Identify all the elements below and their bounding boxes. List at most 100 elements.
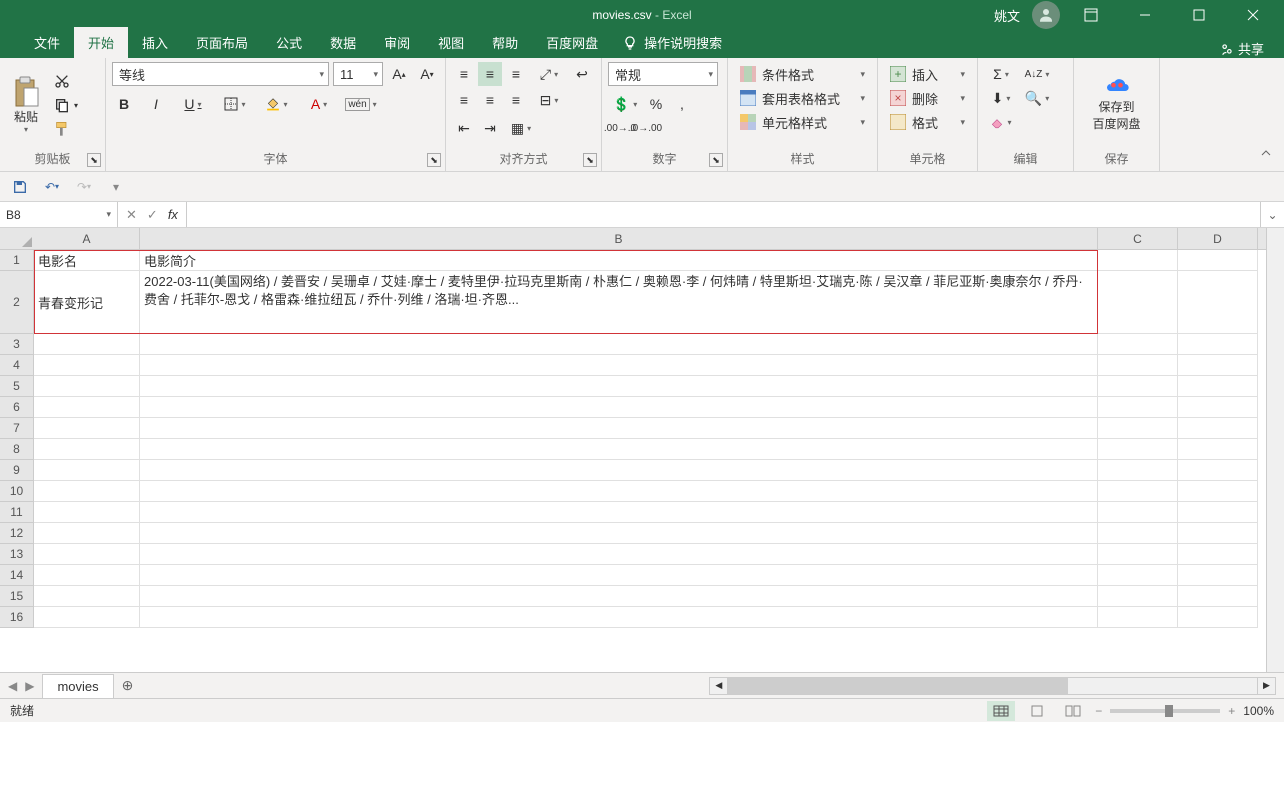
conditional-formatting-button[interactable]: 条件格式 xyxy=(734,62,871,86)
tab-file[interactable]: 文件 xyxy=(20,27,74,58)
cell-styles-button[interactable]: 单元格样式 xyxy=(734,110,871,134)
cell[interactable] xyxy=(1098,586,1178,607)
cell-d1[interactable] xyxy=(1178,250,1258,271)
cell[interactable] xyxy=(140,418,1098,439)
row-header-1[interactable]: 1 xyxy=(0,250,33,271)
enter-formula-button[interactable]: ✓ xyxy=(147,207,158,223)
merge-button[interactable]: ⊟ xyxy=(532,88,566,112)
tab-formulas[interactable]: 公式 xyxy=(262,27,316,58)
row-header-16[interactable]: 16 xyxy=(0,607,33,628)
col-header-d[interactable]: D xyxy=(1178,228,1258,249)
row-header-13[interactable]: 13 xyxy=(0,544,33,565)
sheet-nav-prev[interactable]: ◀ xyxy=(6,677,19,695)
increase-font-button[interactable]: A▴ xyxy=(387,62,411,86)
cell[interactable] xyxy=(1178,481,1258,502)
number-launcher[interactable]: ⬊ xyxy=(709,153,723,167)
sheet-nav-next[interactable]: ▶ xyxy=(23,677,36,695)
cell[interactable] xyxy=(34,523,140,544)
redo-button[interactable]: ↷▾ xyxy=(72,175,96,199)
cell[interactable] xyxy=(140,523,1098,544)
row-header-12[interactable]: 12 xyxy=(0,523,33,544)
tab-view[interactable]: 视图 xyxy=(424,27,478,58)
cell[interactable] xyxy=(1098,418,1178,439)
decrease-indent-button[interactable]: ⇤ xyxy=(452,116,476,140)
align-left-button[interactable]: ≡ xyxy=(452,88,476,112)
format-painter-button[interactable] xyxy=(50,118,82,140)
comma-button[interactable]: , xyxy=(670,92,694,116)
tab-insert[interactable]: 插入 xyxy=(128,27,182,58)
format-cells-button[interactable]: 格式 xyxy=(884,110,971,134)
cell[interactable] xyxy=(1098,376,1178,397)
tab-review[interactable]: 审阅 xyxy=(370,27,424,58)
tab-help[interactable]: 帮助 xyxy=(478,27,532,58)
cell-a2[interactable]: 青春变形记 xyxy=(34,271,140,334)
cell[interactable] xyxy=(34,481,140,502)
cell-c2[interactable] xyxy=(1098,271,1178,334)
row-header-11[interactable]: 11 xyxy=(0,502,33,523)
cell[interactable] xyxy=(34,586,140,607)
cell[interactable] xyxy=(140,544,1098,565)
percent-button[interactable]: % xyxy=(644,92,668,116)
cell[interactable] xyxy=(1098,481,1178,502)
user-avatar[interactable] xyxy=(1032,1,1060,29)
save-button[interactable] xyxy=(8,175,32,199)
cell[interactable] xyxy=(1098,397,1178,418)
row-header-9[interactable]: 9 xyxy=(0,460,33,481)
font-name-combo[interactable]: 等线 xyxy=(112,62,329,86)
hscroll-left[interactable]: ◀ xyxy=(710,678,728,694)
row-header-2[interactable]: 2 xyxy=(0,271,33,334)
decrease-font-button[interactable]: A▾ xyxy=(415,62,439,86)
cell[interactable] xyxy=(34,607,140,628)
tab-page-layout[interactable]: 页面布局 xyxy=(182,27,262,58)
fill-color-button[interactable] xyxy=(260,92,294,116)
font-size-combo[interactable]: 11 xyxy=(333,62,383,86)
cell[interactable] xyxy=(1178,439,1258,460)
cell[interactable] xyxy=(34,502,140,523)
format-as-table-button[interactable]: 套用表格格式 xyxy=(734,86,871,110)
paste-button[interactable]: 粘贴 ▾ xyxy=(6,66,46,144)
cell[interactable] xyxy=(1098,565,1178,586)
minimize-button[interactable] xyxy=(1122,0,1168,30)
tab-baidu[interactable]: 百度网盘 xyxy=(532,27,612,58)
ribbon-options-button[interactable] xyxy=(1068,0,1114,30)
cell[interactable] xyxy=(1178,565,1258,586)
zoom-level[interactable]: 100% xyxy=(1243,704,1274,718)
cell[interactable] xyxy=(34,460,140,481)
cell[interactable] xyxy=(140,397,1098,418)
merge-center-button[interactable]: ▦ xyxy=(504,116,538,140)
cell[interactable] xyxy=(34,565,140,586)
delete-cells-button[interactable]: ×删除 xyxy=(884,86,971,110)
cell[interactable] xyxy=(1098,523,1178,544)
close-button[interactable] xyxy=(1230,0,1276,30)
cell[interactable] xyxy=(1178,460,1258,481)
wrap-text-button[interactable]: ↩ xyxy=(570,62,594,86)
italic-button[interactable]: I xyxy=(144,92,168,116)
cells-grid[interactable]: 电影名 电影简介 青春变形记 2022-03-11(美国网络) / 姜晋安 / … xyxy=(34,250,1266,628)
tab-data[interactable]: 数据 xyxy=(316,27,370,58)
hscroll-thumb[interactable] xyxy=(728,678,1068,694)
cell[interactable] xyxy=(1098,460,1178,481)
row-header-5[interactable]: 5 xyxy=(0,376,33,397)
cut-button[interactable] xyxy=(50,70,82,92)
cell[interactable] xyxy=(140,586,1098,607)
cell-c1[interactable] xyxy=(1098,250,1178,271)
cancel-formula-button[interactable]: ✕ xyxy=(126,207,137,223)
cell[interactable] xyxy=(1178,544,1258,565)
select-all-button[interactable] xyxy=(0,228,34,250)
increase-decimal-button[interactable]: .00→.0 xyxy=(608,116,632,140)
row-header-10[interactable]: 10 xyxy=(0,481,33,502)
cell[interactable] xyxy=(1098,544,1178,565)
cell[interactable] xyxy=(34,334,140,355)
align-top-button[interactable]: ≡ xyxy=(452,62,476,86)
cell-d2[interactable] xyxy=(1178,271,1258,334)
qat-customize-button[interactable]: ▾ xyxy=(104,175,128,199)
cell[interactable] xyxy=(34,439,140,460)
col-header-a[interactable]: A xyxy=(34,228,140,249)
increase-indent-button[interactable]: ⇥ xyxy=(478,116,502,140)
fill-button[interactable]: ⬇ xyxy=(984,86,1018,110)
phonetic-button[interactable]: wén xyxy=(344,92,378,116)
cell[interactable] xyxy=(34,544,140,565)
col-header-c[interactable]: C xyxy=(1098,228,1178,249)
cell[interactable] xyxy=(1098,334,1178,355)
accounting-button[interactable]: 💲 xyxy=(608,92,642,116)
